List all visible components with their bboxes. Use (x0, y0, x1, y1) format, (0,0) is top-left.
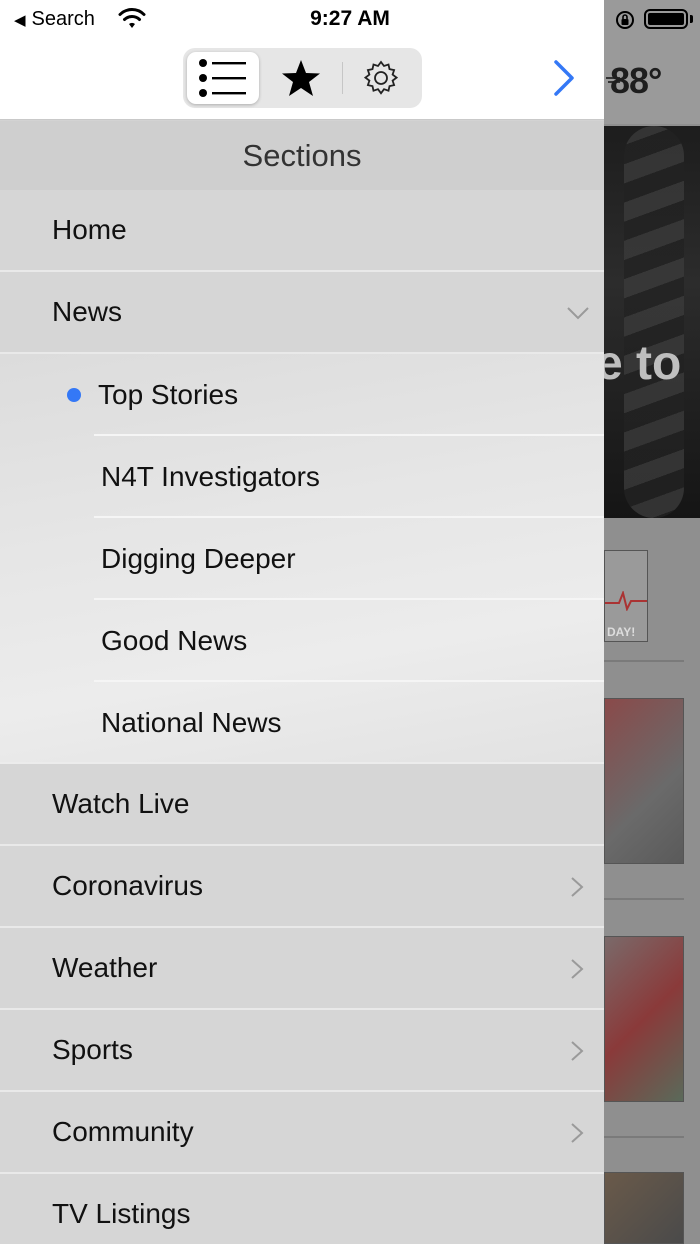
story-thumbnail[interactable] (604, 698, 684, 864)
menu-item-label: Community (52, 1116, 194, 1147)
battery-icon (644, 9, 688, 29)
menu-item-label: Home (52, 214, 127, 245)
sections-list-tab[interactable] (187, 52, 259, 104)
submenu-item-label: Digging Deeper (101, 543, 296, 574)
menu-item-sports[interactable]: Sports (0, 1010, 604, 1092)
story-divider (604, 1136, 684, 1138)
chevron-right-icon (571, 1123, 584, 1143)
chevron-down-icon (567, 307, 589, 320)
hero-headline-partial: e to (604, 337, 682, 390)
menu-item-community[interactable]: Community (0, 1092, 604, 1174)
submenu-item-label: N4T Investigators (101, 461, 320, 492)
menu-item-label: Weather (52, 952, 158, 983)
star-icon (281, 60, 320, 96)
news-submenu: Top Stories N4T Investigators Digging De… (0, 354, 604, 764)
submenu-item-label: National News (101, 707, 282, 738)
menu-item-news[interactable]: News (0, 272, 604, 354)
menu-item-label: Watch Live (52, 788, 190, 819)
story-divider (604, 898, 684, 900)
sections-menu: Home News Top Stories N4T Investigators … (0, 190, 604, 1244)
submenu-item-digging-deeper[interactable]: Digging Deeper (0, 518, 604, 600)
heartbeat-icon (605, 591, 647, 611)
favorites-tab[interactable] (259, 52, 343, 104)
list-icon (198, 59, 246, 97)
submenu-item-good-news[interactable]: Good News (0, 600, 604, 682)
clock: 9:27 AM (0, 7, 700, 31)
menu-item-weather[interactable]: Weather (0, 928, 604, 1010)
clock-text: 9:27 AM (310, 7, 390, 30)
menu-item-watch-live[interactable]: Watch Live (0, 764, 604, 846)
selected-indicator-dot (67, 388, 81, 402)
settings-tab[interactable] (343, 52, 418, 104)
submenu-item-national-news[interactable]: National News (0, 682, 604, 764)
submenu-item-top-stories[interactable]: Top Stories (0, 354, 604, 436)
story-divider (604, 660, 684, 662)
thumbnail-label: DAY! (607, 625, 636, 639)
menu-item-label: News (52, 296, 123, 327)
story-thumbnail[interactable]: DAY! (604, 550, 648, 642)
menu-item-home[interactable]: Home (0, 190, 604, 272)
menu-item-label: Coronavirus (52, 870, 203, 901)
menu-item-tv-listings[interactable]: TV Listings (0, 1174, 604, 1244)
menu-item-coronavirus[interactable]: Coronavirus (0, 846, 604, 928)
chevron-right-icon (571, 877, 584, 897)
hero-image-art (624, 126, 684, 518)
menu-item-label: TV Listings (52, 1198, 191, 1229)
story-thumbnail[interactable] (604, 1172, 684, 1244)
hero-story-image[interactable]: e to (604, 126, 700, 518)
temperature-readout[interactable]: 88° (610, 60, 662, 102)
battery-cap (690, 15, 693, 23)
submenu-item-label: Top Stories (98, 379, 239, 410)
status-bar: ◀ Search 9:27 AM (0, 0, 700, 40)
sections-drawer: Sections Home News Top Stories N4T Inves… (0, 0, 604, 1244)
chevron-right-icon (571, 1041, 584, 1061)
story-thumbnail[interactable] (604, 936, 684, 1102)
gear-icon (363, 60, 398, 95)
submenu-item-label: Good News (101, 625, 248, 656)
chevron-right-icon (571, 959, 584, 979)
menu-item-label: Sports (52, 1034, 133, 1065)
chevron-right-icon[interactable] (548, 58, 580, 98)
rotation-lock-icon (616, 11, 634, 29)
submenu-item-n4t-investigators[interactable]: N4T Investigators (0, 436, 604, 518)
sections-title: Sections (0, 121, 604, 191)
drawer-segmented-control (183, 48, 422, 108)
